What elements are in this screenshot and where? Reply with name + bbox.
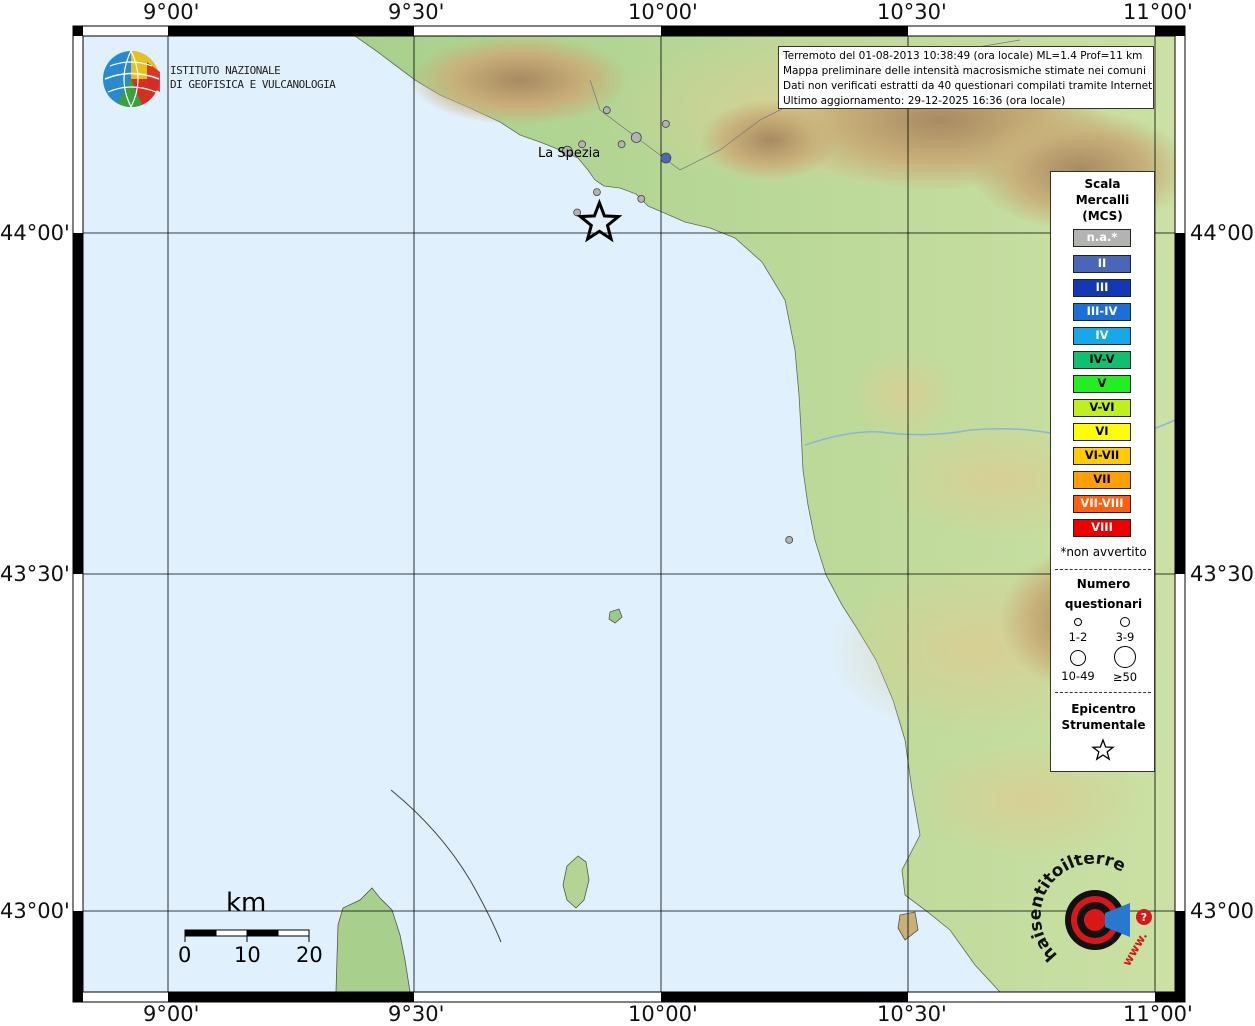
size-label-3-9: 3-9 (1115, 630, 1135, 644)
observation-point-1 (602, 106, 611, 115)
scale-bar-label-0: 0 (178, 943, 192, 967)
questionnaires-title-line-2: questionari (1064, 597, 1143, 611)
scale-bar-label-10: 10 (234, 943, 261, 967)
y-tick-left-2: 43°30' (0, 562, 70, 586)
questionnaires-title-line-1: Numero (1076, 577, 1131, 591)
epicenter-title-line-1: Epicentro (1071, 702, 1136, 716)
mcs-level-vii-viii: VII-VIII (1073, 495, 1131, 513)
mcs-level-vi-vii: VI-VII (1073, 447, 1131, 465)
x-tick-top-4: 10°30' (877, 0, 947, 24)
mountain-zone (700, 100, 840, 180)
mcs-level-iv-v: IV-V (1073, 351, 1131, 369)
y-tick-right-2: 43°30' (1190, 562, 1255, 586)
epicenter-title-line-2: Strumentale (1061, 718, 1146, 732)
ingv-name: ISTITUTO NAZIONALE DI GEOFISICA E VULCAN… (170, 64, 336, 92)
ligurian-mountains (410, 36, 630, 125)
observation-point-10 (573, 208, 582, 217)
x-tick-bottom-2: 9°30' (388, 1002, 445, 1026)
megaphone-icon: ? haisentitoilterremoto.it www. (1030, 855, 1152, 969)
legend-title-line-2: Mercalli (1075, 193, 1130, 207)
badge-url-prefix: www. (1119, 929, 1150, 968)
epicenter-title: Epicentro Strumentale (1051, 701, 1156, 733)
mcs-level-vii: VII (1073, 471, 1131, 489)
mcs-level-viii: VIII (1073, 519, 1131, 537)
x-tick-top-3: 10°00' (628, 0, 698, 24)
monte-pisano (850, 350, 960, 440)
mcs-level-iii: III (1073, 279, 1131, 297)
ingv-name-line-2: DI GEOFISICA E VULCANOLOGIA (170, 78, 336, 91)
legend-title-line-1: Scala (1084, 177, 1121, 191)
x-tick-bottom-3: 10°00' (628, 1002, 698, 1026)
mcs-level-v-vi: V-VI (1073, 399, 1131, 417)
event-info-line-1: Terremoto del 01-08-2013 10:38:49 (ora l… (783, 50, 1143, 62)
scale-bar-unit: km (226, 888, 267, 918)
event-info-line-3: Dati non verificati estratti da 40 quest… (783, 80, 1154, 92)
legend-separator (1055, 569, 1151, 570)
mcs-level-ii: II (1073, 255, 1131, 273)
mcs-level-iii-iv: III-IV (1073, 303, 1131, 321)
legend-separator-2 (1055, 692, 1151, 693)
legend-title-line-3: (MCS) (1082, 209, 1123, 223)
mcs-level-v: V (1073, 375, 1131, 393)
observation-point-11 (785, 536, 794, 544)
x-tick-top-5: 11°00' (1123, 0, 1193, 24)
y-tick-right-3: 43°00' (1190, 899, 1255, 923)
size-circle-large (1070, 650, 1086, 666)
x-tick-top-2: 9°30' (388, 0, 445, 24)
observation-point-7 (660, 152, 672, 164)
observation-point-2 (617, 140, 626, 149)
x-tick-bottom-4: 10°30' (877, 1002, 947, 1026)
x-tick-bottom-5: 11°00' (1123, 1002, 1193, 1026)
observation-point-6 (662, 120, 670, 128)
city-label-la-spezia: La Spezia (538, 146, 601, 161)
observation-point-9 (637, 194, 646, 203)
y-tick-left-3: 43°00' (0, 899, 70, 923)
questionnaires-title: Numero questionari (1051, 574, 1156, 614)
legend-panel: Scala Mercalli (MCS) n.a.* II III III-IV IV I… (1050, 171, 1155, 772)
legend-title: Scala Mercalli (MCS) (1051, 176, 1154, 224)
event-info-box: Terremoto del 01-08-2013 10:38:49 (ora l… (778, 46, 1154, 109)
event-info-line-4: Ultimo aggiornamento: 29-12-2025 16:36 (… (783, 95, 1066, 107)
size-label-1-2: 1-2 (1068, 630, 1088, 644)
svg-text:?: ? (1141, 911, 1147, 924)
size-label-50-plus: ≥50 (1112, 670, 1138, 684)
y-tick-left-1: 44°00' (0, 221, 70, 245)
mcs-level-n-a: n.a.* (1073, 229, 1131, 247)
observation-point-4 (630, 132, 642, 143)
ingv-globe-icon (103, 50, 160, 108)
na-note: *non avvertito (1060, 545, 1147, 559)
x-tick-top-1: 9°00' (143, 0, 200, 24)
event-info-line-2: Mappa preliminare delle intensità macros… (783, 65, 1146, 77)
scale-bar-label-20: 20 (296, 943, 323, 967)
x-tick-bottom-1: 9°00' (143, 1002, 200, 1026)
size-circle-small (1074, 618, 1082, 626)
mcs-level-vi: VI (1073, 423, 1131, 441)
star-icon (1091, 738, 1115, 761)
observation-point-8 (593, 188, 601, 197)
mcs-level-iv: IV (1073, 327, 1131, 345)
size-label-10-49: 10-49 (1061, 669, 1095, 683)
size-circle-xlarge (1114, 646, 1136, 668)
size-circle-medium (1120, 617, 1130, 627)
ingv-name-line-1: ISTITUTO NAZIONALE (170, 64, 281, 77)
y-tick-right-1: 44°00' (1190, 221, 1255, 245)
